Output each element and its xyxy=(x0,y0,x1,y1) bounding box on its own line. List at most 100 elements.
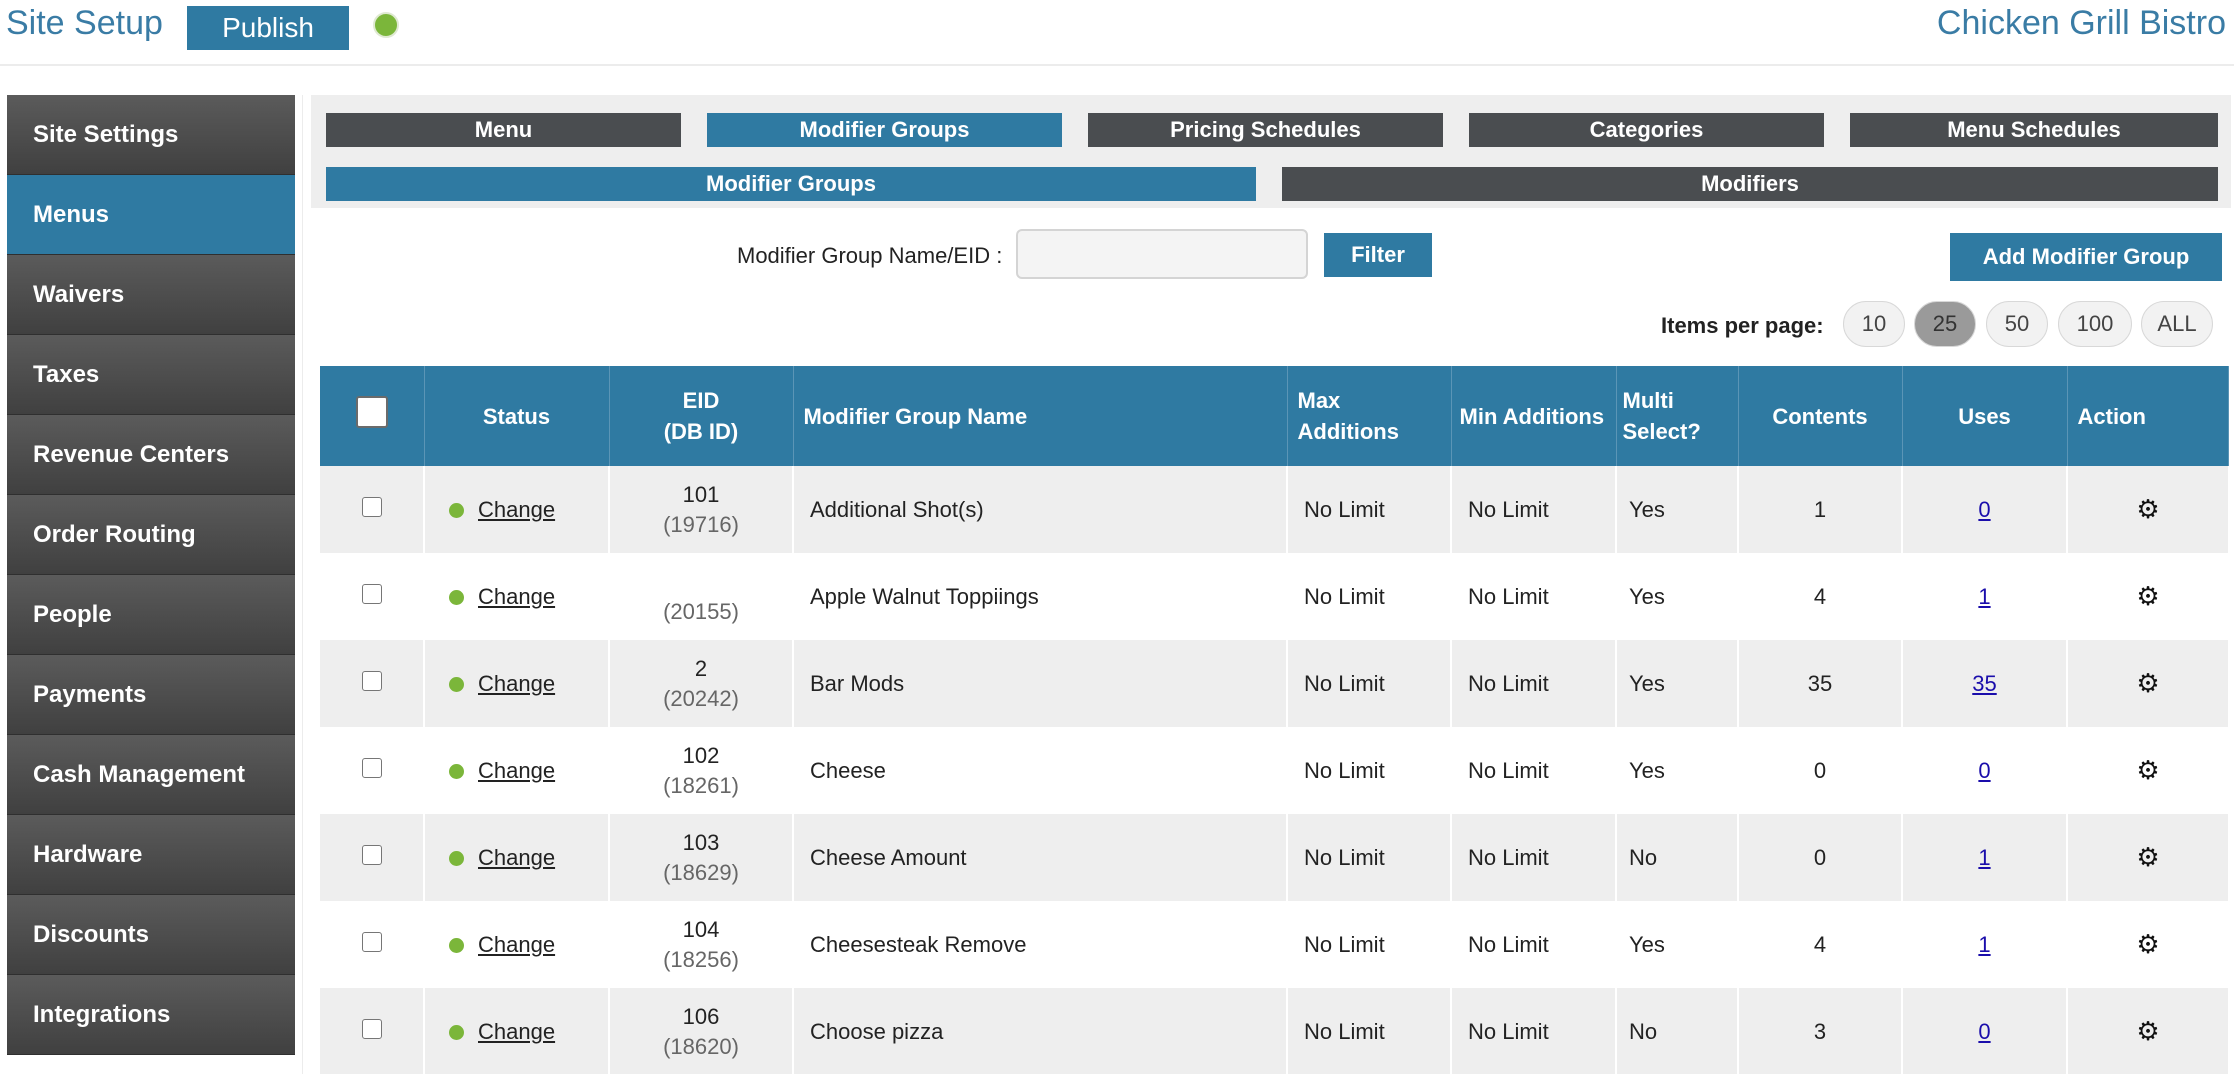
contents-value: 0 xyxy=(1738,727,1903,814)
eid-value: 103 xyxy=(682,829,720,855)
modifier-group-search-input[interactable] xyxy=(1016,229,1308,279)
filter-button[interactable]: Filter xyxy=(1324,233,1432,277)
row-checkbox[interactable] xyxy=(361,931,382,952)
row-checkbox[interactable] xyxy=(361,670,382,691)
change-status-link[interactable]: Change xyxy=(478,932,555,957)
change-status-link[interactable]: Change xyxy=(478,497,555,522)
row-checkbox[interactable] xyxy=(361,583,382,604)
modifier-group-name: Cheese Amount xyxy=(793,814,1288,901)
db-id-value: (18620) xyxy=(663,1033,739,1059)
min-additions-value: No Limit xyxy=(1451,727,1617,814)
row-checkbox[interactable] xyxy=(361,1018,382,1039)
sidebar-item-revenue-centers[interactable]: Revenue Centers xyxy=(7,415,295,495)
max-additions-value: No Limit xyxy=(1287,814,1452,901)
table-row: Change 2 (20242) Bar Mods No Limit No Lim… xyxy=(320,640,2228,727)
col-min-additions[interactable]: Min Additions xyxy=(1451,366,1617,466)
max-additions-value: No Limit xyxy=(1287,553,1452,640)
uses-link[interactable]: 1 xyxy=(1978,932,1990,957)
row-checkbox[interactable] xyxy=(361,757,382,778)
sidebar-item-discounts[interactable]: Discounts xyxy=(7,895,295,975)
sidebar-item-order-routing[interactable]: Order Routing xyxy=(7,495,295,575)
publish-button[interactable]: Publish xyxy=(187,6,349,50)
sidebar-item-integrations[interactable]: Integrations xyxy=(7,975,295,1055)
change-status-link[interactable]: Change xyxy=(478,584,555,609)
table-row: Change (20155) Apple Walnut Toppiings No… xyxy=(320,553,2228,640)
col-eid[interactable]: EID (DB ID) xyxy=(609,366,794,466)
status-active-icon xyxy=(449,502,464,518)
uses-link[interactable]: 0 xyxy=(1978,1019,1990,1044)
page-size-100[interactable]: 100 xyxy=(2058,301,2132,347)
uses-link[interactable]: 35 xyxy=(1972,671,1996,696)
secondary-tabs: Modifier Groups Modifiers xyxy=(311,154,2231,208)
change-status-link[interactable]: Change xyxy=(478,1019,555,1044)
max-additions-value: No Limit xyxy=(1287,727,1452,814)
row-checkbox[interactable] xyxy=(361,844,382,865)
gear-icon[interactable]: ⚙ xyxy=(2136,842,2159,872)
sidebar-item-cash-management[interactable]: Cash Management xyxy=(7,735,295,815)
col-name[interactable]: Modifier Group Name xyxy=(793,366,1288,466)
add-modifier-group-button[interactable]: Add Modifier Group xyxy=(1950,233,2222,281)
tab-menu[interactable]: Menu xyxy=(326,113,681,147)
sidebar-item-site-settings[interactable]: Site Settings xyxy=(7,95,295,175)
page-size-50[interactable]: 50 xyxy=(1986,301,2048,347)
primary-tabs: Menu Modifier Groups Pricing Schedules C… xyxy=(311,95,2231,154)
sidebar-item-taxes[interactable]: Taxes xyxy=(7,335,295,415)
db-id-value: (18256) xyxy=(663,946,739,972)
uses-link[interactable]: 0 xyxy=(1978,758,1990,783)
col-uses[interactable]: Uses xyxy=(1902,366,2068,466)
sidebar-item-people[interactable]: People xyxy=(7,575,295,655)
min-additions-value: No Limit xyxy=(1451,640,1617,727)
contents-value: 3 xyxy=(1738,988,1903,1074)
subtab-modifier-groups[interactable]: Modifier Groups xyxy=(326,167,1256,201)
status-active-icon xyxy=(449,850,464,866)
change-status-link[interactable]: Change xyxy=(478,758,555,783)
select-all-checkbox[interactable] xyxy=(355,396,388,428)
gear-icon[interactable]: ⚙ xyxy=(2136,494,2159,524)
gear-icon[interactable]: ⚙ xyxy=(2136,581,2159,611)
gear-icon[interactable]: ⚙ xyxy=(2136,755,2159,785)
table-row: Change 103 (18629) Cheese Amount No Limit… xyxy=(320,814,2228,901)
gear-icon[interactable]: ⚙ xyxy=(2136,929,2159,959)
change-status-link[interactable]: Change xyxy=(478,671,555,696)
eid-value xyxy=(610,569,792,595)
eid-value: 104 xyxy=(682,916,720,942)
change-status-link[interactable]: Change xyxy=(478,845,555,870)
page-size-10[interactable]: 10 xyxy=(1843,301,1905,347)
gear-icon[interactable]: ⚙ xyxy=(2136,668,2159,698)
row-checkbox[interactable] xyxy=(361,496,382,517)
gear-icon[interactable]: ⚙ xyxy=(2136,1016,2159,1046)
uses-link[interactable]: 1 xyxy=(1978,845,1990,870)
uses-link[interactable]: 1 xyxy=(1978,584,1990,609)
multi-select-value: Yes xyxy=(1616,466,1739,553)
page-size-25[interactable]: 25 xyxy=(1914,301,1976,347)
sidebar-item-menus[interactable]: Menus xyxy=(7,175,295,255)
restaurant-name: Chicken Grill Bistro xyxy=(1936,4,2226,42)
status-active-icon xyxy=(449,676,464,692)
subtab-modifiers[interactable]: Modifiers xyxy=(1282,167,2218,201)
tab-categories[interactable]: Categories xyxy=(1469,113,1824,147)
col-contents[interactable]: Contents xyxy=(1738,366,1903,466)
sidebar-item-waivers[interactable]: Waivers xyxy=(7,255,295,335)
col-max-additions[interactable]: Max Additions xyxy=(1287,366,1452,466)
modifier-group-name: Cheesesteak Remove xyxy=(793,901,1288,988)
col-multi-select[interactable]: Multi Select? xyxy=(1616,366,1739,466)
col-status[interactable]: Status xyxy=(424,366,610,466)
contents-value: 4 xyxy=(1738,901,1903,988)
contents-value: 35 xyxy=(1738,640,1903,727)
tab-menu-schedules[interactable]: Menu Schedules xyxy=(1850,113,2218,147)
page-size-all[interactable]: ALL xyxy=(2141,301,2213,347)
min-additions-value: No Limit xyxy=(1451,466,1617,553)
sidebar-item-hardware[interactable]: Hardware xyxy=(7,815,295,895)
modifier-group-name: Cheese xyxy=(793,727,1288,814)
tab-modifier-groups[interactable]: Modifier Groups xyxy=(707,113,1062,147)
uses-link[interactable]: 0 xyxy=(1978,497,1990,522)
contents-value: 4 xyxy=(1738,553,1903,640)
sidebar-item-payments[interactable]: Payments xyxy=(7,655,295,735)
multi-select-value: No xyxy=(1616,814,1739,901)
tab-pricing-schedules[interactable]: Pricing Schedules xyxy=(1088,113,1443,147)
db-id-value: (19716) xyxy=(663,511,739,537)
status-active-icon xyxy=(449,937,464,953)
eid-value: 102 xyxy=(682,742,720,768)
max-additions-value: No Limit xyxy=(1287,466,1452,553)
modifier-group-name: Bar Mods xyxy=(793,640,1288,727)
